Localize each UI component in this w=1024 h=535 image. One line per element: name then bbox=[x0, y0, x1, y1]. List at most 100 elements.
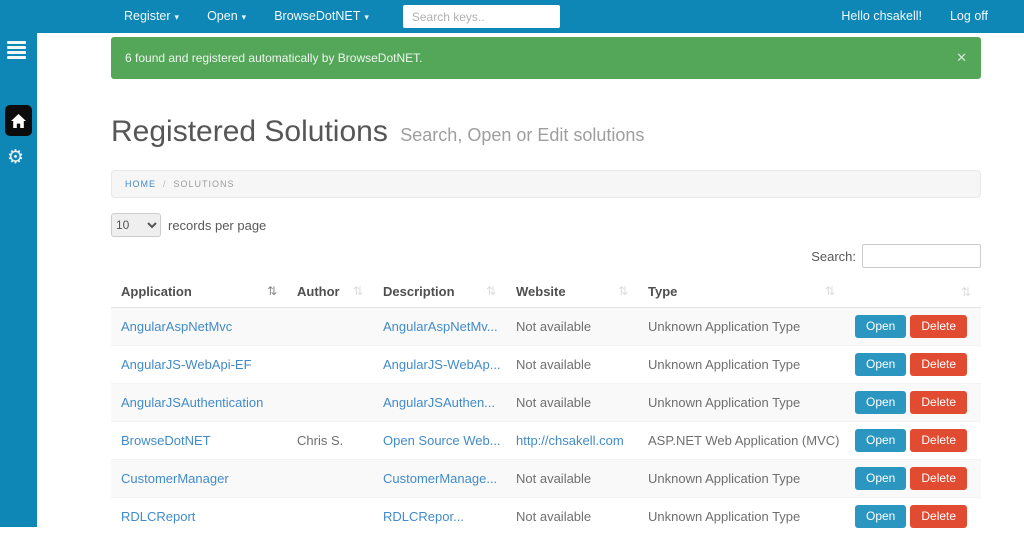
type-cell: Unknown Application Type bbox=[638, 308, 845, 346]
application-link[interactable]: BrowseDotNET bbox=[121, 433, 211, 448]
main-menu: Register ▾ Open ▾ BrowseDotNET ▾ bbox=[110, 0, 560, 33]
delete-button[interactable]: Delete bbox=[910, 353, 967, 376]
close-icon: ✕ bbox=[956, 50, 967, 65]
menu-toggle-button[interactable] bbox=[5, 39, 29, 61]
application-cell: AngularJSAuthentication bbox=[111, 384, 287, 422]
actions-cell: OpenDelete bbox=[845, 422, 981, 460]
user-greeting-link[interactable]: Hello chsakell! bbox=[827, 0, 936, 33]
description-link[interactable]: AngularJS-WebAp... bbox=[383, 357, 501, 372]
author-cell bbox=[287, 346, 373, 384]
website-cell: Not available bbox=[506, 384, 638, 422]
open-button[interactable]: Open bbox=[855, 467, 906, 490]
sidebar-item-settings[interactable]: ⚙ bbox=[7, 148, 24, 167]
delete-button[interactable]: Delete bbox=[910, 429, 967, 452]
type-cell: Unknown Application Type bbox=[638, 460, 845, 498]
breadcrumb-current: SOLUTIONS bbox=[174, 179, 235, 189]
description-cell: AngularJSAuthen... bbox=[373, 384, 506, 422]
author-cell bbox=[287, 460, 373, 498]
description-cell: AngularAspNetMv... bbox=[373, 308, 506, 346]
caret-down-icon: ▾ bbox=[364, 12, 369, 22]
nav-item-label: Open bbox=[207, 9, 238, 23]
author-cell bbox=[287, 498, 373, 535]
delete-button[interactable]: Delete bbox=[910, 467, 967, 490]
column-label: Type bbox=[648, 284, 677, 299]
nav-item-label: BrowseDotNET bbox=[274, 9, 360, 23]
column-header-description[interactable]: ⇅ Description bbox=[373, 278, 506, 308]
solutions-table: ⇅ Application ⇅ Author ⇅ Description ⇅ W… bbox=[111, 278, 981, 535]
sort-icon: ⇅ bbox=[961, 285, 971, 299]
column-header-actions[interactable]: ⇅ bbox=[845, 278, 981, 308]
description-link[interactable]: AngularAspNetMv... bbox=[383, 319, 498, 334]
table-header-row: ⇅ Application ⇅ Author ⇅ Description ⇅ W… bbox=[111, 278, 981, 308]
description-link[interactable]: CustomerManage... bbox=[383, 471, 497, 486]
description-link[interactable]: Open Source Web... bbox=[383, 433, 501, 448]
caret-down-icon: ▾ bbox=[242, 12, 247, 22]
table-row: AngularJS-WebApi-EFAngularJS-WebAp...Not… bbox=[111, 346, 981, 384]
title-row: Registered Solutions Search, Open or Edi… bbox=[111, 115, 981, 149]
column-label: Description bbox=[383, 284, 455, 299]
delete-button[interactable]: Delete bbox=[910, 391, 967, 414]
description-cell: AngularJS-WebAp... bbox=[373, 346, 506, 384]
nav-item-register[interactable]: Register ▾ bbox=[110, 0, 193, 33]
table-row: CustomerManagerCustomerManage...Not avai… bbox=[111, 460, 981, 498]
column-header-application[interactable]: ⇅ Application bbox=[111, 278, 287, 308]
open-button[interactable]: Open bbox=[855, 391, 906, 414]
type-cell: Unknown Application Type bbox=[638, 384, 845, 422]
type-cell: Unknown Application Type bbox=[638, 346, 845, 384]
actions-cell: OpenDelete bbox=[845, 346, 981, 384]
caret-down-icon: ▾ bbox=[175, 12, 180, 22]
breadcrumb-home-link[interactable]: HOME bbox=[125, 179, 156, 189]
alert-banner: 6 found and registered automatically by … bbox=[111, 37, 981, 79]
nav-search-input[interactable] bbox=[403, 5, 560, 28]
column-label: Website bbox=[516, 284, 566, 299]
gear-icon: ⚙ bbox=[7, 147, 24, 168]
type-cell: ASP.NET Web Application (MVC) bbox=[638, 422, 845, 460]
nav-item-browsedotnet[interactable]: BrowseDotNET ▾ bbox=[260, 0, 383, 33]
application-link[interactable]: RDLCReport bbox=[121, 509, 195, 524]
sort-icon: ⇅ bbox=[267, 284, 277, 298]
actions-cell: OpenDelete bbox=[845, 308, 981, 346]
alert-message: 6 found and registered automatically by … bbox=[125, 51, 423, 65]
table-length-controls: 10 records per page bbox=[111, 213, 981, 237]
author-cell: Chris S. bbox=[287, 422, 373, 460]
description-link[interactable]: RDLCRepor... bbox=[383, 509, 464, 524]
application-link[interactable]: AngularJS-WebApi-EF bbox=[121, 357, 252, 372]
breadcrumb-separator: / bbox=[163, 179, 167, 189]
open-button[interactable]: Open bbox=[855, 505, 906, 528]
website-link[interactable]: http://chsakell.com bbox=[516, 433, 624, 448]
application-link[interactable]: AngularJSAuthentication bbox=[121, 395, 263, 410]
open-button[interactable]: Open bbox=[855, 429, 906, 452]
home-icon bbox=[10, 113, 27, 129]
sort-icon: ⇅ bbox=[618, 284, 628, 298]
application-link[interactable]: CustomerManager bbox=[121, 471, 229, 486]
column-label: Author bbox=[297, 284, 340, 299]
column-header-website[interactable]: ⇅ Website bbox=[506, 278, 638, 308]
application-link[interactable]: AngularAspNetMvc bbox=[121, 319, 232, 334]
website-cell: Not available bbox=[506, 308, 638, 346]
website-cell: Not available bbox=[506, 498, 638, 535]
logoff-link[interactable]: Log off bbox=[936, 0, 1002, 33]
page-title: Registered Solutions bbox=[111, 115, 388, 148]
table-body: AngularAspNetMvc AngularAspNetMv... Not av… bbox=[111, 308, 981, 535]
description-link[interactable]: AngularJSAuthen... bbox=[383, 395, 495, 410]
sort-icon: ⇅ bbox=[486, 284, 496, 298]
top-navbar: Register ▾ Open ▾ BrowseDotNET ▾ Hello chsa… bbox=[0, 0, 1024, 33]
alert-close-button[interactable]: ✕ bbox=[956, 50, 967, 66]
column-header-author[interactable]: ⇅ Author bbox=[287, 278, 373, 308]
page-size-select[interactable]: 10 bbox=[111, 213, 161, 237]
nav-item-label: Register bbox=[124, 9, 171, 23]
search-label: Search: bbox=[811, 249, 856, 264]
open-button[interactable]: Open bbox=[855, 315, 906, 338]
author-cell bbox=[287, 308, 373, 346]
open-button[interactable]: Open bbox=[855, 353, 906, 376]
delete-button[interactable]: Delete bbox=[910, 315, 967, 338]
sidebar-item-home[interactable] bbox=[5, 105, 32, 136]
table-search-controls: Search: bbox=[111, 243, 981, 269]
delete-button[interactable]: Delete bbox=[910, 505, 967, 528]
table-search-input[interactable] bbox=[862, 244, 981, 268]
description-cell: RDLCRepor... bbox=[373, 498, 506, 535]
column-header-type[interactable]: ⇅ Type bbox=[638, 278, 845, 308]
page-subtitle: Search, Open or Edit solutions bbox=[400, 125, 644, 145]
nav-item-open[interactable]: Open ▾ bbox=[193, 0, 260, 33]
application-cell: AngularJS-WebApi-EF bbox=[111, 346, 287, 384]
